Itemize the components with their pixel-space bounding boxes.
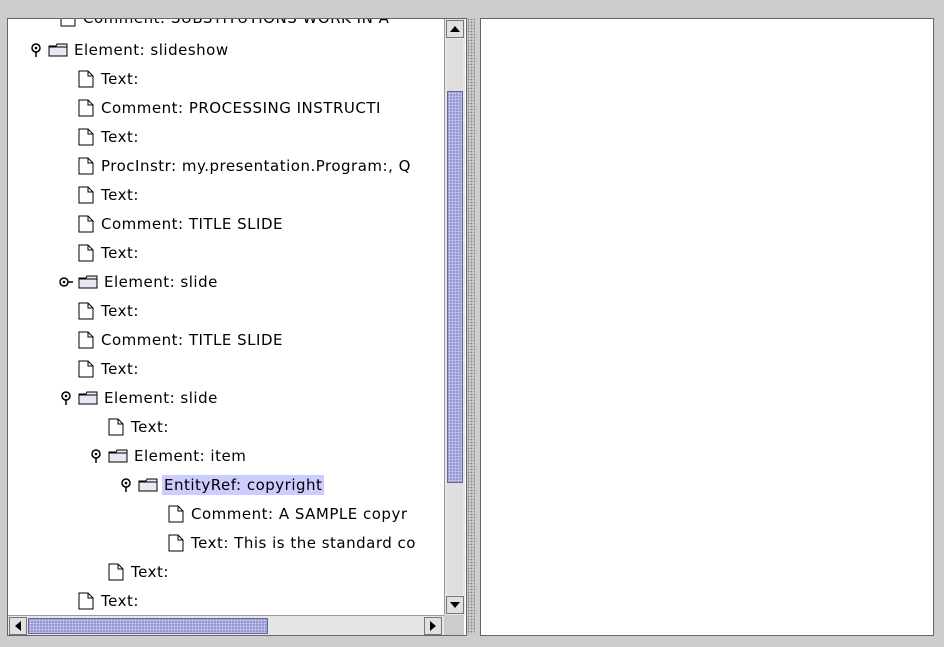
tree-label: Element: slideshow <box>74 41 229 59</box>
document-icon <box>168 534 184 552</box>
folder-icon <box>48 43 68 57</box>
tree-row[interactable]: Comment: TITLE SLIDE <box>78 325 285 355</box>
tree-label: Comment: SUBSTITUTIONS WORK IN A <box>81 19 391 28</box>
expanded-handle-icon[interactable] <box>58 390 74 406</box>
scroll-left-button[interactable] <box>9 617 27 635</box>
document-icon <box>78 360 94 378</box>
scroll-corner <box>444 615 464 635</box>
tree-row[interactable]: ProcInstr: my.presentation.Program:, Q <box>78 151 413 181</box>
arrow-down-icon <box>450 602 460 608</box>
tree-label: ProcInstr: my.presentation.Program:, Q <box>101 157 411 175</box>
tree-label: Comment: A SAMPLE copyr <box>191 505 408 523</box>
tree-row[interactable]: Element: item <box>88 441 248 471</box>
document-icon <box>108 418 124 436</box>
tree-label: Comment: PROCESSING INSTRUCTI <box>101 99 381 117</box>
folder-icon <box>78 275 98 289</box>
tree-row[interactable]: Element: slideshow <box>28 35 231 65</box>
document-icon <box>60 19 76 27</box>
tree-label-selected: EntityRef: copyright <box>162 475 325 495</box>
tree-row[interactable]: Text: <box>78 586 141 615</box>
document-icon <box>78 186 94 204</box>
tree-row[interactable]: Text: <box>78 180 141 210</box>
tree-row[interactable]: Text: <box>78 122 141 152</box>
tree-row[interactable]: Comment: TITLE SLIDE <box>78 209 285 239</box>
document-icon <box>78 244 94 262</box>
tree-label: Text: <box>101 302 139 320</box>
tree-label: Text: <box>101 592 139 610</box>
tree-label: Text: <box>131 563 169 581</box>
tree-row[interactable]: Text: <box>78 354 141 384</box>
tree-label: Text: This is the standard co <box>191 534 416 552</box>
arrow-right-icon <box>430 621 436 631</box>
tree-label: Element: slide <box>104 273 218 291</box>
folder-icon <box>138 478 158 492</box>
folder-icon <box>108 449 128 463</box>
arrow-left-icon <box>15 621 21 631</box>
document-icon <box>78 302 94 320</box>
scroll-up-button[interactable] <box>446 20 464 38</box>
tree-row-partial[interactable]: Comment: SUBSTITUTIONS WORK IN A <box>60 19 391 33</box>
tree-row[interactable]: Comment: PROCESSING INSTRUCTI <box>78 93 383 123</box>
tree-label: Text: <box>101 70 139 88</box>
expanded-handle-icon[interactable] <box>28 42 44 58</box>
document-icon <box>78 157 94 175</box>
tree-row[interactable]: Text: <box>108 412 171 442</box>
tree-label: Text: <box>101 244 139 262</box>
document-icon <box>168 505 184 523</box>
split-pane-divider[interactable] <box>467 18 475 634</box>
tree-label: Text: <box>101 360 139 378</box>
content-panel <box>480 18 934 636</box>
tree-row[interactable]: Element: slide <box>58 267 220 297</box>
dom-tree: Comment: SUBSTITUTIONS WORK IN A Element… <box>8 19 444 615</box>
tree-label: Element: slide <box>104 389 218 407</box>
collapsed-handle-icon[interactable] <box>58 274 74 290</box>
document-icon <box>78 70 94 88</box>
scroll-right-button[interactable] <box>424 617 442 635</box>
document-icon <box>78 215 94 233</box>
document-icon <box>108 563 124 581</box>
expanded-handle-icon[interactable] <box>88 448 104 464</box>
horizontal-scroll-thumb[interactable] <box>28 618 268 634</box>
tree-label: Element: item <box>134 447 247 465</box>
tree-row[interactable]: Text: <box>78 238 141 268</box>
tree-row[interactable]: Text: This is the standard co <box>168 528 418 558</box>
folder-icon <box>78 391 98 405</box>
tree-row[interactable]: Text: <box>108 557 171 587</box>
horizontal-scrollbar[interactable] <box>8 615 444 635</box>
tree-row[interactable]: Element: slide <box>58 383 220 413</box>
scroll-down-button[interactable] <box>446 596 464 614</box>
tree-row[interactable]: Comment: A SAMPLE copyr <box>168 499 409 529</box>
arrow-up-icon <box>450 26 460 32</box>
tree-label: Comment: TITLE SLIDE <box>101 215 283 233</box>
vertical-scrollbar[interactable] <box>444 19 465 615</box>
document-icon <box>78 592 94 610</box>
tree-panel: Comment: SUBSTITUTIONS WORK IN A Element… <box>7 18 467 636</box>
document-icon <box>78 331 94 349</box>
tree-label: Text: <box>131 418 169 436</box>
document-icon <box>78 99 94 117</box>
tree-row[interactable]: EntityRef: copyright <box>118 470 325 500</box>
expanded-handle-icon[interactable] <box>118 477 134 493</box>
tree-label: Text: <box>101 186 139 204</box>
tree-label: Text: <box>101 128 139 146</box>
tree-row[interactable]: Text: <box>78 296 141 326</box>
document-icon <box>78 128 94 146</box>
vertical-scroll-thumb[interactable] <box>447 91 463 483</box>
tree-row[interactable]: Text: <box>78 64 141 94</box>
tree-label: Comment: TITLE SLIDE <box>101 331 283 349</box>
